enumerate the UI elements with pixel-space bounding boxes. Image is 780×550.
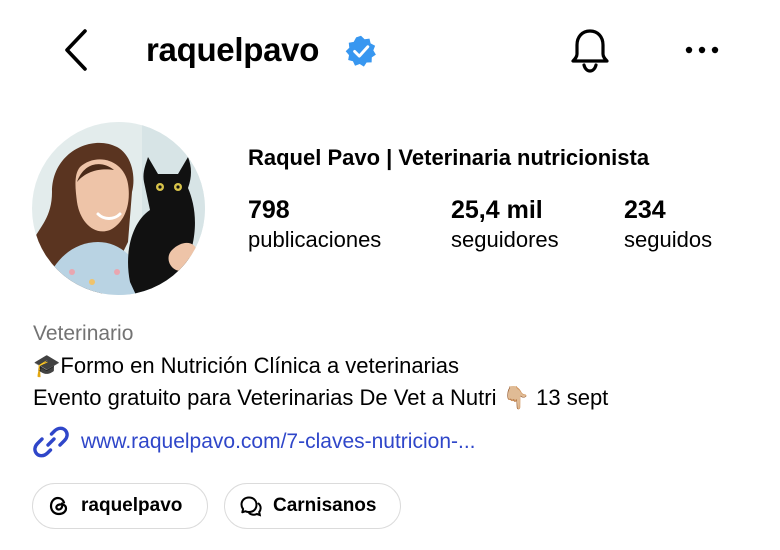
avatar-image: [32, 122, 205, 295]
stat-following[interactable]: 234 seguidos: [624, 194, 712, 254]
profile-username: raquelpavo: [146, 31, 320, 68]
stat-following-label: seguidos: [624, 227, 713, 252]
bio-line-2-date: 13 sept: [530, 385, 609, 410]
pointing-down-emoji: 👇🏼: [502, 386, 531, 411]
bio-line-1: 🎓Formo en Nutrición Clínica a veterinari…: [33, 352, 459, 381]
notifications-button[interactable]: [564, 24, 616, 76]
stat-followers-label: seguidores: [451, 227, 559, 252]
channel-chip-label: Carnisanos: [273, 495, 377, 516]
stat-posts[interactable]: 798 publicaciones: [248, 194, 381, 254]
graduation-cap-emoji: 🎓: [33, 354, 61, 379]
threads-chip-label: raquelpavo: [81, 495, 183, 516]
stat-followers[interactable]: 25,4 mil seguidores: [451, 194, 559, 254]
profile-link[interactable]: www.raquelpavo.com/7-claves-nutricion-..…: [33, 424, 476, 460]
profile-category: Veterinario: [33, 322, 134, 345]
threads-icon: [49, 496, 68, 516]
bio-line-2-text: Evento gratuito para Veterinarias De Vet…: [33, 385, 503, 410]
verified-badge-icon: [345, 35, 376, 67]
back-button[interactable]: [52, 26, 100, 74]
channel-chat-icon: [240, 496, 262, 517]
more-options-button[interactable]: [678, 28, 726, 72]
stat-following-value: 234: [624, 196, 666, 224]
profile-full-name: Raquel Pavo | Veterinaria nutricionista: [248, 145, 650, 170]
bio-line-1-text: Formo en Nutrición Clínica a veterinaria…: [60, 353, 460, 378]
bio-line-2: Evento gratuito para Veterinarias De Vet…: [33, 384, 608, 413]
channel-chip[interactable]: Carnisanos: [224, 483, 401, 529]
more-horizontal-icon: [685, 46, 719, 54]
stat-posts-label: publicaciones: [248, 227, 382, 252]
link-icon: [33, 426, 69, 458]
stat-followers-value: 25,4 mil: [451, 196, 543, 224]
profile-avatar[interactable]: [32, 122, 205, 295]
chevron-left-icon: [65, 29, 87, 71]
profile-link-text: www.raquelpavo.com/7-claves-nutricion-..…: [81, 430, 476, 453]
bell-icon: [571, 29, 609, 73]
threads-chip[interactable]: raquelpavo: [32, 483, 208, 529]
stat-posts-value: 798: [248, 196, 290, 224]
